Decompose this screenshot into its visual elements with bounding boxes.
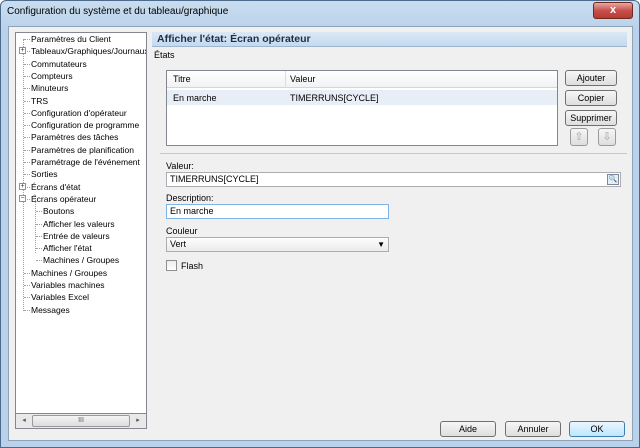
tree-connector (24, 125, 30, 127)
grid-header: Titre Valeur (167, 71, 557, 88)
column-header-title[interactable]: Titre (173, 74, 191, 84)
scroll-left-icon[interactable]: ◂ (17, 415, 31, 427)
section-divider (160, 153, 627, 154)
settings-tree[interactable]: Paramètres du Client + Tableaux/Graphiques… (15, 32, 147, 414)
tree-item[interactable]: Variables Excel (31, 291, 89, 303)
expand-icon[interactable]: + (19, 47, 26, 55)
value-label: Valeur: (166, 161, 194, 171)
window-title: Configuration du système et du tableau/g… (7, 6, 229, 17)
tree-connector (24, 63, 30, 65)
tree-item[interactable]: Machines / Groupes (43, 254, 119, 266)
tree-item[interactable]: Minuteurs (31, 82, 68, 94)
value-text: TIMERRUNS[CYCLE] (170, 174, 259, 184)
states-section-label: États (154, 50, 175, 60)
tree-connector (24, 162, 30, 163)
tree-item[interactable]: Écrans d'état (31, 181, 80, 193)
tree-connector (24, 137, 30, 139)
move-up-icon[interactable]: ⇧ (570, 128, 588, 146)
tree-item[interactable]: Compteurs (31, 70, 73, 82)
tree-connector (36, 260, 42, 262)
tree-item[interactable]: Afficher les valeurs (43, 218, 115, 230)
tree-item[interactable]: Messages (31, 304, 70, 316)
value-field[interactable]: TIMERRUNS[CYCLE] 🔍 (166, 172, 621, 187)
scroll-thumb[interactable]: III (32, 415, 130, 427)
tree-connector (36, 211, 42, 213)
column-separator[interactable] (285, 71, 286, 88)
tree-item[interactable]: Machines / Groupes (31, 267, 107, 279)
description-text: En marche (170, 206, 214, 216)
chevron-down-icon: ▼ (377, 240, 385, 249)
states-grid[interactable]: Titre Valeur En marche TIMERRUNS[CYCLE] (166, 70, 558, 146)
tree-connector (36, 248, 42, 250)
tree-connector (24, 174, 30, 176)
tree-item[interactable]: Sorties (31, 168, 57, 180)
close-button[interactable]: x (593, 2, 633, 19)
ok-button[interactable]: OK (569, 421, 625, 437)
tree-connector (24, 88, 30, 90)
tree-item[interactable]: Commutateurs (31, 58, 87, 70)
tree-item[interactable]: Paramètres des tâches (31, 131, 118, 143)
dialog-window: Configuration du système et du tableau/g… (0, 0, 640, 448)
tree-connector (24, 149, 30, 151)
tree-connector (36, 223, 42, 225)
expand-icon[interactable]: + (19, 182, 26, 190)
tree-connector (24, 297, 30, 299)
tree-item[interactable]: Configuration de programme (31, 119, 139, 131)
cancel-button[interactable]: Annuler (505, 421, 561, 437)
column-header-value[interactable]: Valeur (290, 74, 315, 84)
flash-label[interactable]: Flash (181, 261, 203, 271)
tree-item[interactable]: Paramètres du Client (31, 33, 111, 45)
color-select[interactable]: Vert ▼ (166, 237, 389, 252)
tree-connector (24, 272, 30, 274)
cell-value: TIMERRUNS[CYCLE] (290, 93, 379, 103)
cell-title: En marche (173, 93, 217, 103)
tree-item[interactable]: Afficher l'état (43, 242, 92, 254)
description-label: Description: (166, 193, 214, 203)
tree-connector (24, 112, 30, 114)
panel-header: Afficher l'état: Écran opérateur (152, 32, 627, 47)
tree-connector (24, 100, 30, 102)
tree-connector (24, 75, 30, 77)
color-selected-value: Vert (170, 239, 187, 249)
add-button[interactable]: Ajouter (565, 70, 617, 86)
panel-title: Afficher l'état: Écran opérateur (157, 33, 311, 45)
scroll-right-icon[interactable]: ▸ (131, 415, 145, 427)
flash-checkbox[interactable] (166, 260, 177, 271)
table-row[interactable]: En marche TIMERRUNS[CYCLE] (167, 90, 557, 105)
collapse-icon[interactable]: − (19, 194, 26, 202)
tree-item[interactable]: Écrans opérateur (31, 193, 96, 205)
description-field[interactable]: En marche (166, 204, 389, 219)
tree-item[interactable]: Tableaux/Graphiques/Journaux (31, 45, 146, 57)
color-label: Couleur (166, 226, 198, 236)
tree-horizontal-scrollbar[interactable]: ◂ III ▸ (15, 414, 147, 429)
tree-connector (24, 39, 30, 40)
delete-button[interactable]: Supprimer (565, 110, 617, 126)
tree-connector (24, 309, 30, 311)
tree-item[interactable]: Paramètres de planification (31, 144, 134, 156)
tree-item[interactable]: Boutons (43, 205, 74, 217)
tree-item[interactable]: Variables machines (31, 279, 105, 291)
tree-connector (24, 285, 30, 286)
copy-button[interactable]: Copier (565, 90, 617, 106)
tree-item[interactable]: Paramétrage de l'événement (31, 156, 140, 168)
title-bar: Configuration du système et du tableau/g… (1, 1, 639, 23)
tree-item[interactable]: Entrée de valeurs (43, 230, 110, 242)
dialog-client-area: Paramètres du Client + Tableaux/Graphiques… (8, 26, 633, 441)
help-button[interactable]: Aide (440, 421, 496, 437)
tree-connector (36, 235, 42, 237)
tree-item[interactable]: TRS (31, 95, 48, 107)
detail-panel: Afficher l'état: Écran opérateur États T… (152, 32, 627, 417)
tree-item[interactable]: Configuration d'opérateur (31, 107, 127, 119)
picker-icon[interactable]: 🔍 (607, 174, 619, 185)
move-down-icon[interactable]: ⇩ (598, 128, 616, 146)
